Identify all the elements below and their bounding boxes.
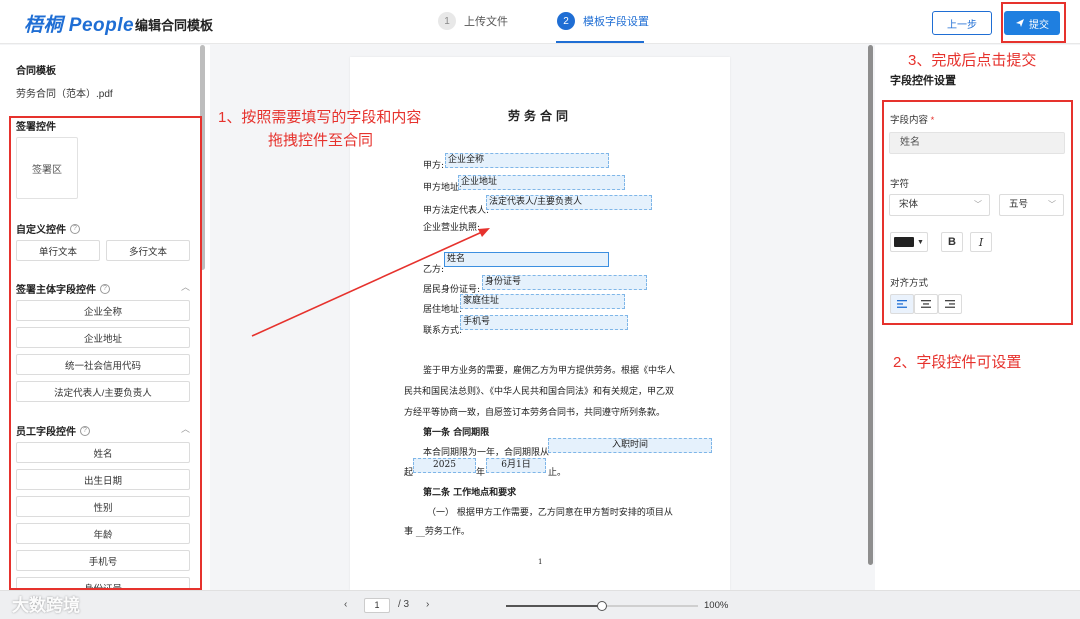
annotation-arrow [251,228,490,337]
